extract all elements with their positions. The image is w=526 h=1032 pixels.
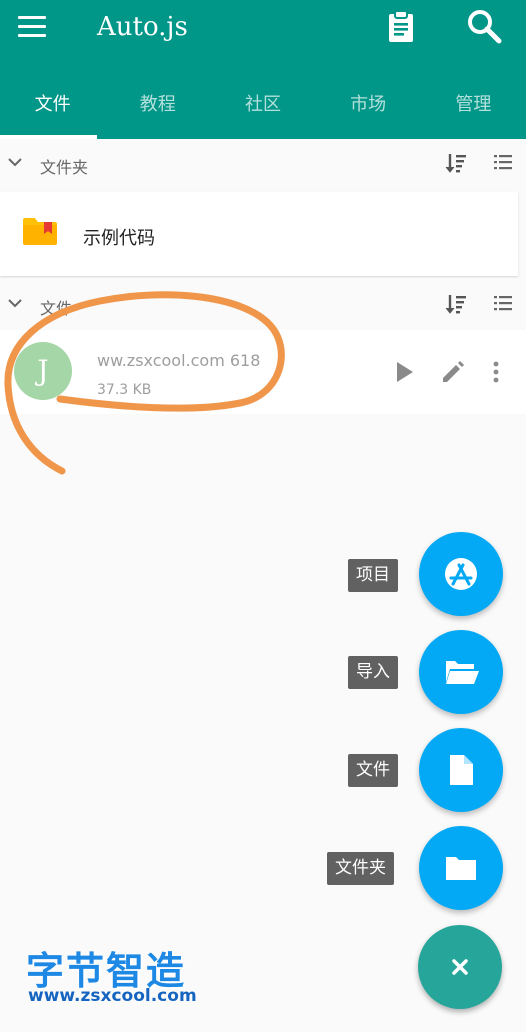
list-view-icon[interactable] bbox=[492, 292, 514, 314]
sort-icon[interactable] bbox=[444, 151, 468, 175]
fab-label-folder[interactable]: 文件夹 bbox=[327, 852, 394, 885]
fab-label-file[interactable]: 文件 bbox=[348, 754, 398, 787]
new-project-button[interactable] bbox=[419, 532, 503, 616]
app-bar: Auto.js 文件 教程 社区 市场 管理 bbox=[0, 0, 526, 139]
sort-icon[interactable] bbox=[444, 292, 468, 316]
tab-community[interactable]: 社区 bbox=[210, 84, 315, 139]
tab-tutorials[interactable]: 教程 bbox=[105, 84, 210, 139]
import-button[interactable] bbox=[419, 630, 503, 714]
files-section-title: 文件 bbox=[40, 299, 73, 318]
play-icon[interactable] bbox=[390, 358, 418, 386]
watermark-url: www.zsxcool.com bbox=[28, 986, 197, 1006]
folders-section-header[interactable]: 文件夹 bbox=[0, 139, 526, 189]
folder-icon bbox=[23, 218, 57, 245]
new-folder-button[interactable] bbox=[419, 826, 503, 910]
file-item[interactable]: J ww.zsxcool.com 618 37.3 KB bbox=[0, 330, 526, 414]
fab-label-project[interactable]: 项目 bbox=[348, 559, 398, 592]
tab-manage[interactable]: 管理 bbox=[421, 84, 526, 139]
clipboard-icon[interactable] bbox=[384, 8, 420, 44]
file-name: ww.zsxcool.com 618 bbox=[97, 351, 261, 370]
menu-icon[interactable] bbox=[14, 12, 50, 42]
close-icon bbox=[452, 959, 468, 975]
list-view-icon[interactable] bbox=[492, 151, 514, 173]
file-size: 37.3 KB bbox=[97, 382, 152, 398]
files-section-header[interactable]: 文件 bbox=[0, 280, 526, 330]
fab-label-import[interactable]: 导入 bbox=[348, 656, 398, 689]
folder-open-icon bbox=[446, 661, 479, 684]
chevron-down-icon[interactable] bbox=[6, 153, 24, 171]
new-file-button[interactable] bbox=[419, 728, 503, 812]
app-store-icon bbox=[445, 558, 477, 590]
folder-item[interactable]: 示例代码 bbox=[0, 192, 518, 276]
file-icon bbox=[450, 755, 473, 785]
folder-name: 示例代码 bbox=[83, 228, 155, 249]
close-fab-button[interactable] bbox=[418, 925, 502, 1009]
tab-bar: 文件 教程 社区 市场 管理 bbox=[0, 84, 526, 139]
tab-market[interactable]: 市场 bbox=[316, 84, 421, 139]
more-vert-icon[interactable] bbox=[482, 358, 510, 386]
folder-icon bbox=[446, 857, 476, 880]
app-title: Auto.js bbox=[97, 12, 188, 42]
file-avatar: J bbox=[14, 342, 72, 400]
edit-icon[interactable] bbox=[439, 358, 467, 386]
folders-section-title: 文件夹 bbox=[40, 158, 89, 177]
search-icon[interactable] bbox=[464, 6, 504, 46]
chevron-down-icon[interactable] bbox=[6, 294, 24, 312]
tab-files[interactable]: 文件 bbox=[0, 84, 105, 139]
